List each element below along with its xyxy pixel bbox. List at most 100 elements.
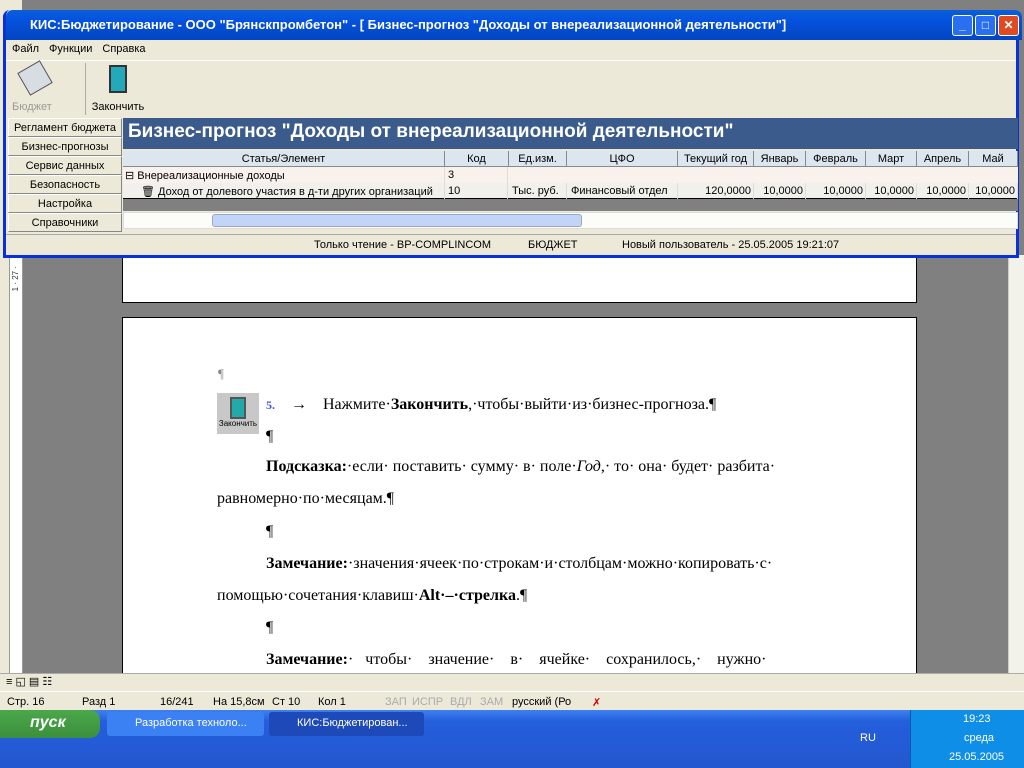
budget-label: Бюджет xyxy=(12,101,52,113)
system-tray: 19:23 среда 25.05.2005 xyxy=(910,710,1024,768)
nav-references[interactable]: Справочники xyxy=(8,213,122,232)
grid-horizontal-scrollbar[interactable] xyxy=(123,212,1018,229)
row-code: 3 xyxy=(448,167,508,183)
pilcrow: ¶ xyxy=(266,619,274,636)
task-label: КИС:Бюджетирован... xyxy=(297,717,408,729)
status-section: Разд 1 xyxy=(82,696,116,708)
close-button[interactable]: ✕ xyxy=(998,15,1019,36)
col-header-unit[interactable]: Ед.изм. xyxy=(509,151,567,167)
nav-settings[interactable]: Настройка xyxy=(8,194,122,213)
forecast-grid[interactable]: Статья/Элемент Код Ед.изм. ЦФО Текущий г… xyxy=(123,151,1018,211)
finish-label: Закончить xyxy=(91,101,145,113)
toolbar-separator xyxy=(85,63,86,115)
status-rec[interactable]: ЗАП xyxy=(385,696,407,708)
window-title: КИС:Бюджетирование - ООО "Брянскпромбето… xyxy=(30,17,787,32)
maximize-button[interactable]: □ xyxy=(975,15,996,36)
status-language: русский (Ро xyxy=(512,696,572,708)
menu-help[interactable]: Справка xyxy=(102,43,145,55)
col-header-apr[interactable]: Апрель xyxy=(917,151,969,167)
status-ext[interactable]: ВДЛ xyxy=(450,696,472,708)
col-header-item[interactable]: Статья/Элемент xyxy=(123,151,445,167)
start-label: пуск xyxy=(30,714,66,731)
table-row[interactable]: 🗑 Доход от долевого участия в д-ти други… xyxy=(123,183,1018,199)
clock-date: 25.05.2005 xyxy=(949,751,1005,763)
hint-text: ·если· поставить· сумму· в· поле· xyxy=(346,458,577,475)
menu-file[interactable]: Файл xyxy=(12,43,39,55)
hint-label: Подсказка: xyxy=(266,458,347,475)
title-bar: КИС:Бюджетирование - ООО "Брянскпромбето… xyxy=(6,10,1022,40)
nav-budget-regulation[interactable]: Регламент бюджета xyxy=(8,118,122,137)
status-module: БЮДЖЕТ xyxy=(528,239,578,251)
document-page[interactable]: ¶ Закончить 5. → Нажмите·Закончить,·чтоб… xyxy=(122,317,917,677)
word-horizontal-scrollbar[interactable]: ≡ ◱ ▤ ☷ xyxy=(0,673,1024,691)
scroll-thumb[interactable] xyxy=(212,214,582,227)
clock-time[interactable]: 19:23 xyxy=(963,713,991,725)
forecast-header: Бизнес-прогноз "Доходы от внереализацион… xyxy=(123,118,1018,149)
clock-day: среда xyxy=(964,732,995,744)
nav-business-forecasts[interactable]: Бизнес-прогнозы xyxy=(8,137,122,156)
door-icon xyxy=(230,397,246,419)
app-status-bar: Только чтение - BP-COMPLINCOM БЮДЖЕТ Нов… xyxy=(6,234,1016,254)
folder-icon xyxy=(17,60,53,96)
note-end: .¶ xyxy=(515,587,528,604)
note2-text: · чтобы· значение· в· ячейке· сохранилос… xyxy=(347,651,767,668)
note-keys: Alt·–·стрелка xyxy=(418,587,516,604)
row-may[interactable]: 10,0000 xyxy=(969,183,1018,199)
step-text-end: ,·чтобы·выйти·из·бизнес-прогноза.¶ xyxy=(468,396,717,413)
nav-panel: Регламент бюджета Бизнес-прогнозы Сервис… xyxy=(8,118,122,232)
nav-security[interactable]: Безопасность xyxy=(8,175,122,194)
status-page: Стр. 16 xyxy=(7,696,45,708)
taskbar-item-word[interactable]: Разработка техноло... xyxy=(107,712,264,736)
finish-button[interactable]: Закончить xyxy=(88,63,148,113)
budget-button[interactable]: Бюджет xyxy=(12,60,76,113)
task-label: Разработка техноло... xyxy=(135,717,247,729)
kis-window: КИС:Бюджетирование - ООО "Брянскпромбето… xyxy=(3,10,1022,258)
pilcrow: ¶ xyxy=(266,523,274,540)
exit-door-icon xyxy=(109,65,127,93)
finish-icon-image: Закончить xyxy=(217,393,259,434)
menu-bar: Файл Функции Справка xyxy=(6,40,1016,58)
spelling-icon[interactable]: ✗ xyxy=(592,696,601,709)
col-header-feb[interactable]: Февраль xyxy=(806,151,866,167)
start-button[interactable]: пуск xyxy=(0,710,100,738)
status-user: Новый пользователь - 25.05.2005 19:21:07 xyxy=(622,239,840,251)
row-name: Доход от долевого участия в д-ти других … xyxy=(158,186,433,198)
col-header-code[interactable]: Код xyxy=(445,151,509,167)
status-trk[interactable]: ИСПР xyxy=(412,696,443,708)
hint-italic: Год xyxy=(576,458,601,475)
row-feb[interactable]: 10,0000 xyxy=(806,183,866,199)
status-at: На 15,8см xyxy=(213,696,265,708)
row-apr[interactable]: 10,0000 xyxy=(917,183,969,199)
nav-data-service[interactable]: Сервис данных xyxy=(8,156,122,175)
col-header-mar[interactable]: Март xyxy=(866,151,917,167)
row-year[interactable]: 120,0000 xyxy=(678,183,754,199)
col-header-year[interactable]: Текущий год xyxy=(678,151,754,167)
row-jan[interactable]: 10,0000 xyxy=(754,183,806,199)
minimize-button[interactable]: _ xyxy=(952,15,973,36)
col-header-jan[interactable]: Январь xyxy=(754,151,806,167)
forecast-title: Бизнес-прогноз "Доходы от внереализацион… xyxy=(128,121,734,142)
view-buttons[interactable]: ≡ ◱ ▤ ☷ xyxy=(6,675,52,688)
menu-functions[interactable]: Функции xyxy=(49,43,92,55)
col-header-may[interactable]: Май xyxy=(969,151,1018,167)
row-name: Внереализационные доходы xyxy=(137,170,285,182)
col-header-cfo[interactable]: ЦФО xyxy=(567,151,678,167)
pilcrow: ¶ xyxy=(266,428,274,445)
language-indicator[interactable]: RU xyxy=(860,732,876,744)
step-bold: Закончить xyxy=(390,396,469,413)
row-mar[interactable]: 10,0000 xyxy=(866,183,917,199)
note-text-line2: помощью·сочетания·клавиш· xyxy=(217,587,419,604)
row-code: 10 xyxy=(448,183,508,199)
step-text: Нажмите· xyxy=(323,396,391,413)
taskbar-item-kis[interactable]: КИС:Бюджетирован... xyxy=(269,712,424,736)
note2-label: Замечание: xyxy=(266,651,348,668)
status-ovr[interactable]: ЗАМ xyxy=(480,696,503,708)
status-readonly: Только чтение - BP-COMPLINCOM xyxy=(314,239,491,251)
toolbar: Бюджет Закончить xyxy=(6,60,1016,116)
vertical-scrollbar[interactable] xyxy=(1008,255,1024,675)
table-row[interactable]: ⊟ Внереализационные доходы 3 xyxy=(123,167,1018,183)
ruler-label: 1 · 27 · xyxy=(11,266,20,292)
collapse-icon[interactable]: ⊟ xyxy=(125,170,137,182)
hint-text-end: ,· то· она· будет· разбита· xyxy=(600,458,776,475)
row-cfo: Финансовый отдел xyxy=(571,183,678,199)
